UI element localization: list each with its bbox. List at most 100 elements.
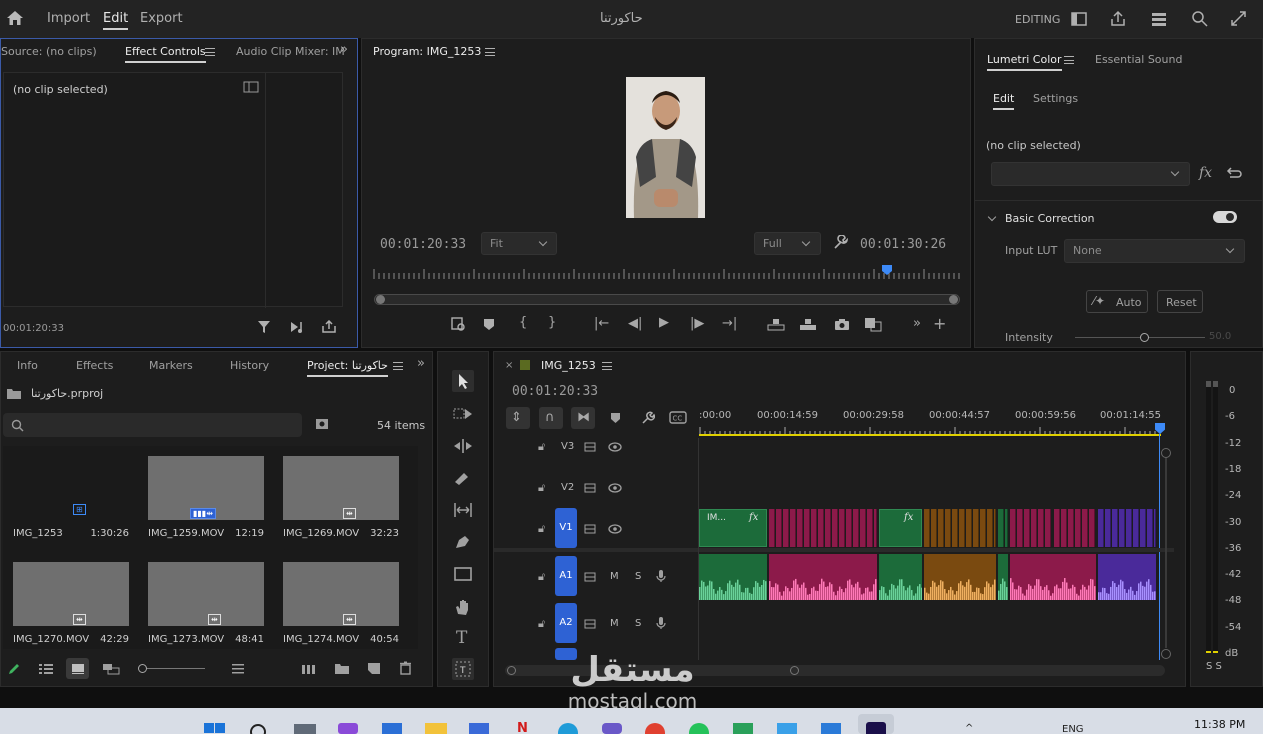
chrome-icon[interactable] xyxy=(645,723,665,734)
basic-correction-title[interactable]: Basic Correction xyxy=(1005,212,1095,225)
play-audio-icon[interactable] xyxy=(290,321,304,334)
language-indicator[interactable]: ENG xyxy=(1062,724,1084,734)
quality-dropdown[interactable]: Full xyxy=(754,232,821,255)
scroll-handle-left[interactable] xyxy=(507,666,516,675)
mark-in-icon[interactable]: { xyxy=(519,315,527,330)
track-target-a1[interactable]: A1 xyxy=(555,556,577,596)
video-clip[interactable] xyxy=(1133,509,1139,547)
share-icon[interactable] xyxy=(1110,10,1126,27)
video-clip[interactable] xyxy=(818,509,824,547)
video-clip[interactable] xyxy=(1082,509,1088,547)
linked-selection-toggle[interactable]: ⧓ xyxy=(571,407,595,429)
video-clip[interactable] xyxy=(952,509,958,547)
vscode-icon[interactable] xyxy=(821,723,841,734)
panel-menu-icon[interactable] xyxy=(602,362,612,370)
lock-icon[interactable]: 🔓︎ xyxy=(538,481,545,495)
video-clip[interactable] xyxy=(790,509,796,547)
project-clip-card[interactable]: ▮▮▮⇹ IMG_1259.MOV 12:19 xyxy=(148,454,266,550)
video-clip[interactable] xyxy=(769,509,775,547)
new-item-icon[interactable] xyxy=(367,662,381,675)
automate-to-sequence-icon[interactable] xyxy=(301,663,317,675)
solo-buttons[interactable]: S S xyxy=(1206,661,1222,672)
program-current-timecode[interactable]: 00:01:20:33 xyxy=(380,237,466,252)
button-editor-icon[interactable]: + xyxy=(933,314,946,333)
sync-lock-icon[interactable] xyxy=(584,619,596,629)
clip-thumbnail[interactable]: ⇹ xyxy=(283,562,399,626)
tab-source[interactable]: Source: (no clips) xyxy=(1,45,97,58)
tab-project[interactable]: Project: حاكورتنا xyxy=(307,359,388,377)
sync-lock-icon[interactable] xyxy=(584,572,596,582)
video-clip[interactable] xyxy=(1024,509,1030,547)
play-icon[interactable]: ▶ xyxy=(659,315,669,330)
video-clip[interactable] xyxy=(825,509,831,547)
video-clip[interactable] xyxy=(1098,509,1104,547)
track-target-a2[interactable]: A2 xyxy=(555,603,577,643)
video-clip[interactable] xyxy=(1045,509,1051,547)
video-clip[interactable] xyxy=(783,509,789,547)
video-clip[interactable] xyxy=(804,509,810,547)
input-lut-dropdown[interactable]: None xyxy=(1064,239,1245,263)
video-clip[interactable] xyxy=(811,509,817,547)
task-view-icon[interactable] xyxy=(294,724,316,734)
clip-thumbnail[interactable]: ⇹ xyxy=(283,456,399,520)
more-tabs-icon[interactable]: » xyxy=(417,356,425,371)
lock-icon[interactable]: 🔓︎ xyxy=(538,440,545,454)
video-clip[interactable] xyxy=(1038,509,1044,547)
video-clip[interactable] xyxy=(1075,509,1081,547)
audio-clip[interactable] xyxy=(879,554,922,600)
clip-indicator[interactable] xyxy=(1213,381,1218,387)
nest-toggle[interactable]: ⇕ xyxy=(506,407,530,429)
thumbnail-zoom-slider[interactable] xyxy=(142,668,205,669)
zoom-scrollbar[interactable] xyxy=(374,294,960,305)
video-clip[interactable] xyxy=(973,509,979,547)
workspace-panel-icon[interactable] xyxy=(1071,12,1087,26)
video-clip[interactable] xyxy=(1126,509,1132,547)
fx-icon[interactable]: fx xyxy=(1199,165,1212,181)
video-clip[interactable] xyxy=(832,509,838,547)
panel-menu-icon[interactable] xyxy=(393,362,403,370)
audio-clip[interactable] xyxy=(1010,554,1096,600)
type-tool-icon[interactable]: T xyxy=(456,628,467,648)
video-clip[interactable] xyxy=(867,509,873,547)
undo-icon[interactable] xyxy=(1226,166,1242,180)
project-clip-card[interactable]: ⊞ IMG_1253 1:30:26 xyxy=(13,454,131,550)
video-clip[interactable] xyxy=(846,509,852,547)
video-clip[interactable] xyxy=(839,509,845,547)
audio-clip[interactable] xyxy=(924,554,996,600)
tab-history[interactable]: History xyxy=(230,359,269,372)
lock-icon[interactable]: 🔓︎ xyxy=(538,617,545,631)
windows-start-icon[interactable] xyxy=(204,721,226,734)
razor-tool-icon[interactable] xyxy=(453,470,473,486)
video-clip[interactable] xyxy=(931,509,937,547)
video-clip[interactable] xyxy=(998,509,1004,547)
scroll-handle-right[interactable] xyxy=(949,295,958,304)
filter-icon[interactable] xyxy=(257,320,271,334)
mute-button[interactable]: M xyxy=(610,618,619,629)
marker-search-icon[interactable] xyxy=(451,317,467,332)
add-marker-icon[interactable] xyxy=(610,412,621,424)
video-clip[interactable] xyxy=(1147,509,1153,547)
video-clip[interactable] xyxy=(860,509,866,547)
video-clip[interactable] xyxy=(797,509,803,547)
tray-chevron-icon[interactable]: ^ xyxy=(965,723,973,734)
go-to-in-icon[interactable]: |← xyxy=(594,316,609,331)
audio-clip[interactable] xyxy=(998,554,1008,600)
video-clip[interactable] xyxy=(1089,509,1095,547)
snap-toggle[interactable]: ∩ xyxy=(539,407,563,429)
zoom-slider-handle[interactable] xyxy=(138,664,147,673)
lift-icon[interactable] xyxy=(767,318,785,331)
scroll-handle-right[interactable] xyxy=(790,666,799,675)
export-clip-icon[interactable] xyxy=(322,320,336,333)
auto-button[interactable]: ⁄✦ Auto xyxy=(1086,290,1148,313)
fit-dropdown[interactable]: Fit xyxy=(481,232,557,255)
video-clip[interactable] xyxy=(1005,509,1008,547)
export-frame-icon[interactable] xyxy=(834,318,850,331)
captions-tool-icon[interactable]: T xyxy=(452,658,474,680)
progress-icon[interactable] xyxy=(1151,12,1167,26)
panel-menu-icon[interactable] xyxy=(205,48,215,56)
video-clip[interactable] xyxy=(1112,509,1118,547)
extract-icon[interactable] xyxy=(799,318,817,331)
fullscreen-icon[interactable] xyxy=(1230,10,1247,27)
excel-icon[interactable] xyxy=(733,723,753,734)
audio-clip[interactable] xyxy=(699,554,767,600)
